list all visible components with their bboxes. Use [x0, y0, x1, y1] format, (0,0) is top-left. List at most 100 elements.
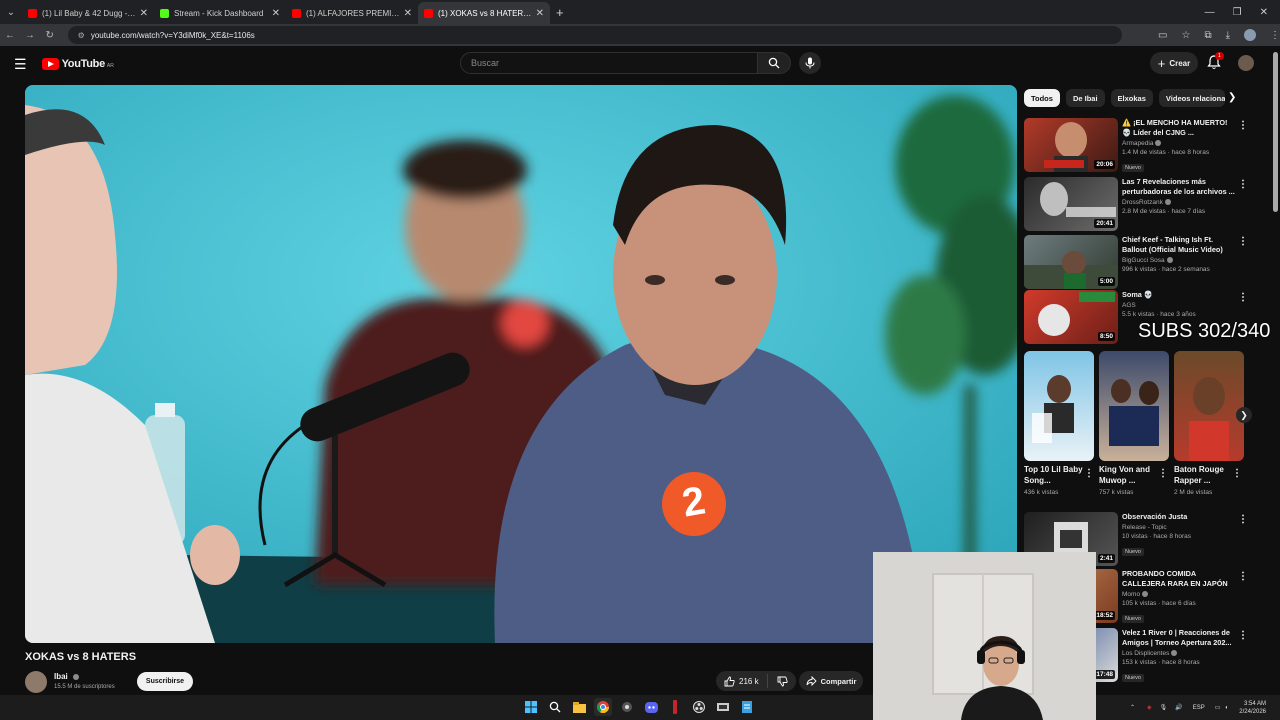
channel-name[interactable]: Armapedia [1122, 140, 1236, 147]
minimize-icon[interactable]: — [1205, 7, 1215, 18]
list-item[interactable]: 20:06 ⚠️ ¡EL MENCHO HA MUERTO! 💀 Líder d… [1024, 118, 1254, 172]
create-button[interactable]: + Crear [1150, 52, 1198, 74]
short-title[interactable]: Top 10 Lil Baby Song... [1024, 464, 1084, 486]
video-thumbnail[interactable]: 8:50 [1024, 290, 1118, 344]
more-options-icon[interactable]: ⋮ [1238, 630, 1248, 641]
video-player[interactable]: 2 [25, 85, 1017, 643]
subscribe-button[interactable]: Suscribirse [137, 672, 193, 691]
video-title[interactable]: Soma 💀 [1122, 290, 1236, 300]
download-icon[interactable]: ⤓ [1226, 30, 1230, 41]
forward-icon[interactable]: → [20, 30, 40, 41]
more-options-icon[interactable]: ⋮ [1238, 236, 1248, 247]
app-icon[interactable] [618, 698, 636, 716]
maximize-icon[interactable]: ❐ [1233, 7, 1242, 18]
video-title[interactable]: Observación Justa [1122, 512, 1236, 522]
new-tab-icon[interactable]: + [556, 5, 564, 20]
chip-videos-relacionados[interactable]: Videos relacionados [1158, 89, 1225, 107]
chip-todos[interactable]: Todos [1024, 89, 1060, 107]
channel-name[interactable]: Ibai [54, 672, 79, 681]
notepad-icon[interactable] [738, 698, 756, 716]
site-info-icon[interactable]: ⚙ [78, 31, 85, 40]
channel-name[interactable]: Momo [1122, 591, 1236, 598]
extensions-icon[interactable]: ⧉ [1204, 30, 1211, 41]
url-input[interactable]: ⚙ youtube.com/watch?v=Y3diMf0k_XE&t=1106… [67, 26, 1123, 44]
volume-icon[interactable]: 🔊 [1175, 704, 1182, 711]
more-options-icon[interactable]: ⋮ [1158, 468, 1168, 479]
chevron-right-icon[interactable]: ❯ [1236, 407, 1252, 423]
video-title[interactable]: Chief Keef - Talking Ish Ft. Ballout (Of… [1122, 235, 1236, 255]
search-input[interactable]: Buscar [460, 52, 758, 74]
file-explorer-icon[interactable] [570, 698, 588, 716]
close-icon[interactable]: ✕ [272, 8, 280, 19]
app-red-icon[interactable] [666, 698, 684, 716]
channel-name[interactable]: Release - Topic [1122, 524, 1236, 531]
page-scrollbar[interactable] [1273, 52, 1278, 212]
channel-name[interactable]: DrossRotzank [1122, 199, 1236, 206]
close-icon[interactable]: ✕ [536, 8, 544, 19]
close-icon[interactable]: ✕ [404, 8, 412, 19]
more-options-icon[interactable]: ⋮ [1232, 468, 1242, 479]
channel-name[interactable]: Los Displicentes [1122, 650, 1236, 657]
bookmark-star-icon[interactable]: ☆ [1181, 30, 1190, 41]
windows-start-icon[interactable] [522, 698, 540, 716]
more-options-icon[interactable]: ⋮ [1238, 120, 1248, 131]
browser-tab-active[interactable]: (1) XOKAS vs 8 HATERS - YouTu ✕ [418, 2, 550, 24]
video-thumbnail[interactable]: 20:41 [1024, 177, 1118, 231]
clock[interactable]: 3:54 AM 2/24/2026 [1239, 700, 1266, 716]
discord-icon[interactable] [642, 698, 660, 716]
install-icon[interactable]: ▭ [1158, 30, 1167, 41]
network-icon[interactable]: ▭ [1215, 704, 1221, 711]
browser-profile-avatar[interactable] [1244, 29, 1256, 41]
video-title[interactable]: PROBANDO COMIDA CALLEJERA RARA EN JAPÓN [1122, 569, 1236, 589]
account-avatar[interactable] [1238, 55, 1254, 71]
video-title[interactable]: ⚠️ ¡EL MENCHO HA MUERTO! 💀 Líder del CJN… [1122, 118, 1236, 138]
obs-icon[interactable] [690, 698, 708, 716]
browser-tab[interactable]: Stream - Kick Dashboard ✕ [154, 2, 286, 24]
menu-icon[interactable]: ☰ [14, 56, 27, 73]
list-item[interactable]: 5:00 Chief Keef - Talking Ish Ft. Ballou… [1024, 235, 1254, 289]
more-options-icon[interactable]: ⋮ [1238, 514, 1248, 525]
language-indicator[interactable]: ESP [1193, 705, 1205, 711]
back-icon[interactable]: ← [0, 30, 20, 41]
share-button[interactable]: Compartir [799, 671, 863, 691]
short-thumbnail[interactable] [1174, 351, 1244, 461]
chevron-up-icon[interactable]: ⌃ [1130, 704, 1135, 711]
close-window-icon[interactable]: ✕ [1260, 7, 1268, 18]
more-options-icon[interactable]: ⋮ [1238, 179, 1248, 190]
app-icon[interactable] [714, 698, 732, 716]
voice-search-button[interactable] [799, 52, 821, 74]
browser-tab[interactable]: (1) Lil Baby & 42 Dugg - Grace ✕ [22, 2, 154, 24]
close-icon[interactable]: ✕ [140, 8, 148, 19]
list-item[interactable]: 20:41 Las 7 Revelaciones más perturbador… [1024, 177, 1254, 231]
video-title[interactable]: Las 7 Revelaciones más perturbadoras de … [1122, 177, 1236, 197]
short-title[interactable]: Baton Rouge Rapper ... [1174, 464, 1234, 486]
tray-app-icon[interactable]: ◈ [1147, 704, 1152, 711]
more-options-icon[interactable]: ⋮ [1238, 571, 1248, 582]
channel-name[interactable]: AGS [1122, 302, 1236, 309]
speaker-icon[interactable]: ◖ [1224, 705, 1228, 711]
short-title[interactable]: King Von and Muwop ... [1099, 464, 1159, 486]
more-options-icon[interactable]: ⋮ [1084, 468, 1094, 479]
reload-icon[interactable]: ↻ [40, 30, 60, 41]
channel-avatar[interactable] [25, 671, 47, 693]
tab-search-icon[interactable]: ⌄ [0, 0, 22, 24]
video-thumbnail[interactable]: 5:00 [1024, 235, 1118, 289]
youtube-logo[interactable]: YouTube AR [41, 58, 114, 70]
search-button[interactable] [758, 52, 791, 74]
like-button[interactable]: 216 k [716, 674, 768, 688]
channel-name[interactable]: BigGucci Sosa [1122, 257, 1236, 264]
video-thumbnail[interactable]: 20:06 [1024, 118, 1118, 172]
chip-elxokas[interactable]: Elxokas [1110, 89, 1153, 107]
search-icon[interactable] [546, 698, 564, 716]
browser-tab[interactable]: (1) ALFAJORES PREMIUM VERA ✕ [286, 2, 418, 24]
microphone-icon[interactable]: 🎙 [1160, 704, 1168, 711]
chrome-icon[interactable] [594, 698, 612, 716]
short-thumbnail[interactable] [1024, 351, 1094, 461]
chip-de-ibai[interactable]: De Ibai [1065, 89, 1105, 107]
video-title[interactable]: Velez 1 River 0 | Reacciones de Amigos |… [1122, 628, 1236, 648]
dislike-button[interactable] [768, 676, 788, 687]
more-options-icon[interactable]: ⋮ [1238, 292, 1248, 303]
chevron-right-icon[interactable]: ❯ [1228, 92, 1236, 103]
browser-menu-icon[interactable]: ⋮ [1270, 30, 1280, 41]
short-thumbnail[interactable] [1099, 351, 1169, 461]
